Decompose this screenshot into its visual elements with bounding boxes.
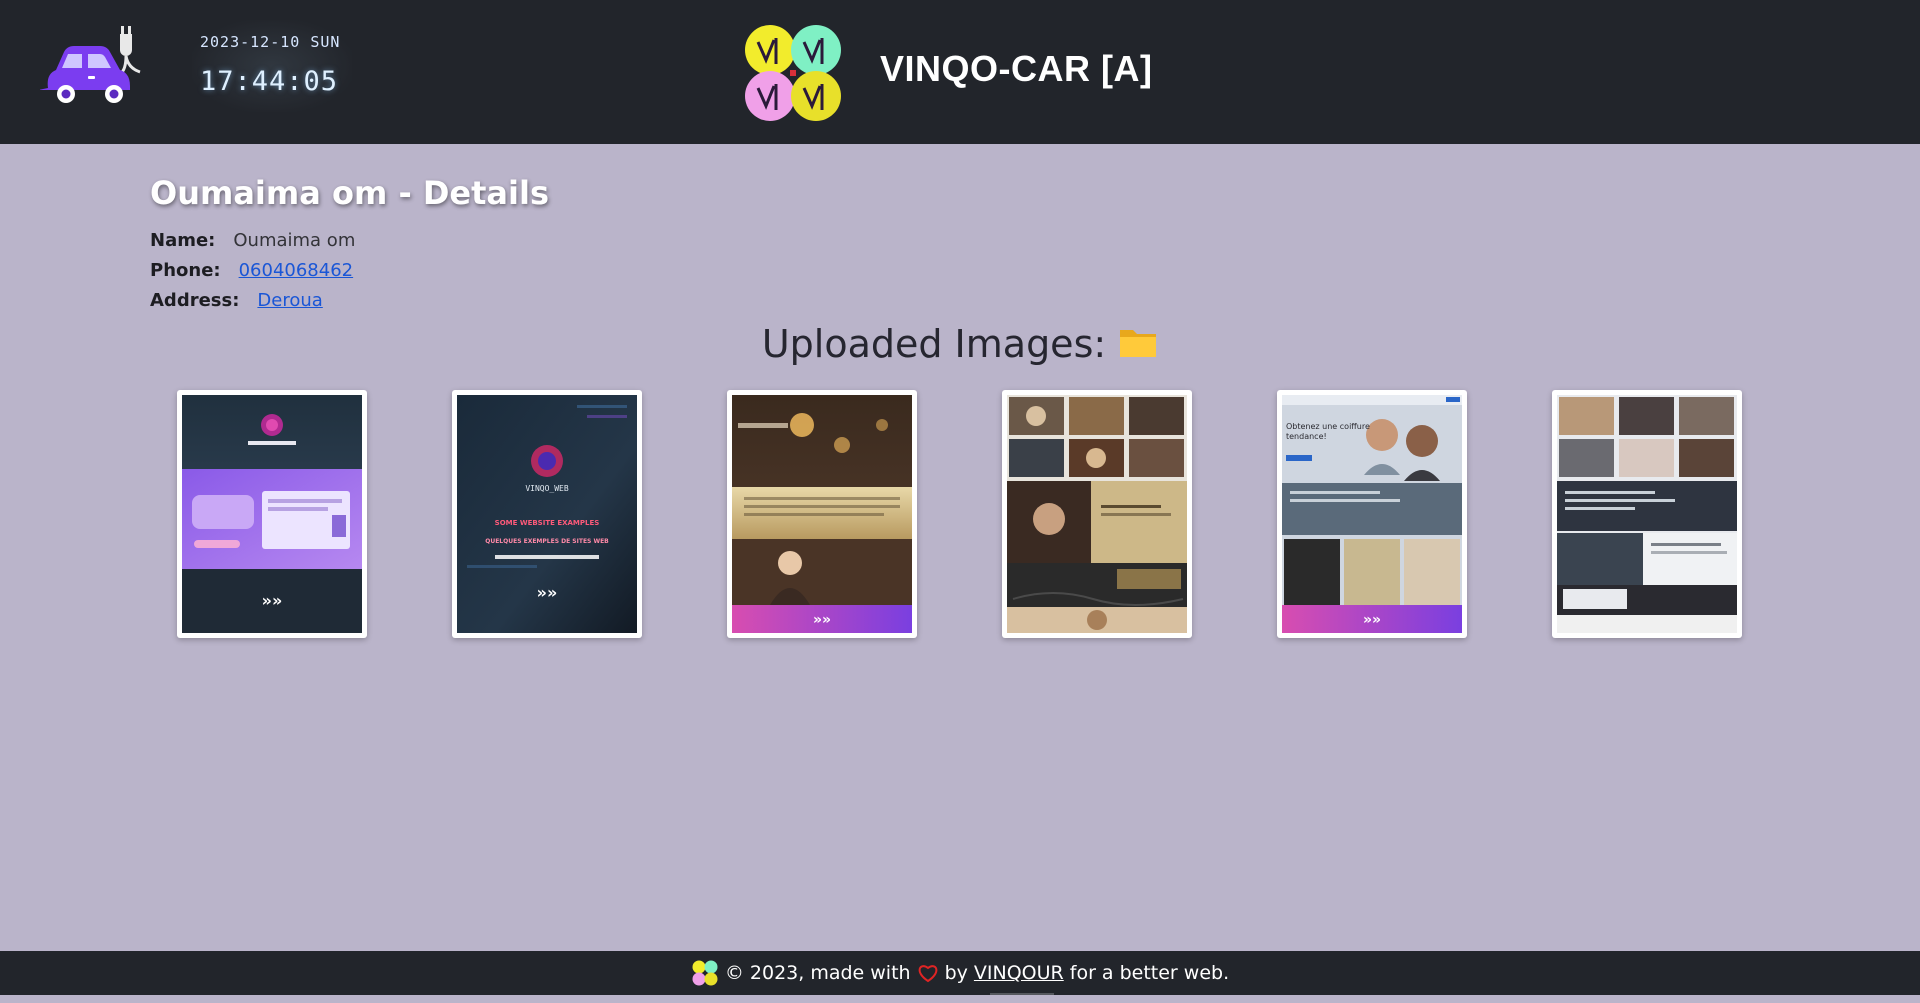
- uploaded-images-heading: Uploaded Images:: [0, 322, 1920, 366]
- svg-text:Obtenez une coiffure: Obtenez une coiffure: [1286, 422, 1370, 431]
- footer-by: by: [944, 962, 968, 984]
- svg-text:»»: »»: [813, 612, 831, 628]
- page-footer: © 2023, made with by VINQOUR for a bette…: [0, 951, 1920, 995]
- page-title: Oumaima om - Details: [150, 174, 549, 212]
- electric-car-icon[interactable]: [40, 24, 150, 108]
- name-value: Oumaima om: [233, 230, 356, 251]
- uploaded-image-5[interactable]: Obtenez une coiffure tendance! »»: [1277, 390, 1467, 638]
- uploaded-images-title: Uploaded Images:: [761, 322, 1107, 366]
- vinqo-clover-logo[interactable]: [740, 20, 846, 126]
- coffee-gallery-image: [1007, 395, 1187, 633]
- uploaded-image-6[interactable]: [1552, 390, 1742, 638]
- svg-text:VINQO_WEB: VINQO_WEB: [525, 484, 569, 493]
- clock-time: 17:44:05: [200, 66, 339, 97]
- footer-vinqour-link[interactable]: VINQOUR: [974, 951, 1064, 995]
- detail-name: Name: Oumaima om: [150, 230, 355, 251]
- salon-website-image: Obtenez une coiffure tendance! »»: [1282, 395, 1462, 633]
- phone-link[interactable]: 0604068462: [239, 260, 354, 281]
- uploaded-image-1[interactable]: »»: [177, 390, 367, 638]
- brand-title: VINQO-CAR [A]: [880, 48, 1153, 89]
- svg-text:»»: »»: [262, 591, 283, 610]
- footer-suffix: for a better web.: [1069, 962, 1230, 984]
- svg-text:QUELQUES EXEMPLES DE SITES WEB: QUELQUES EXEMPLES DE SITES WEB: [485, 538, 609, 545]
- detail-phone: Phone: 0604068462: [150, 260, 353, 281]
- heart-icon: [918, 965, 937, 983]
- vinqo-clover-logo: [692, 960, 718, 986]
- svg-text:SOME WEBSITE EXAMPLES: SOME WEBSITE EXAMPLES: [495, 519, 600, 527]
- uploaded-image-2[interactable]: VINQO_WEB SOME WEBSITE EXAMPLES QUELQUES…: [452, 390, 642, 638]
- address-link[interactable]: Deroua: [257, 290, 322, 311]
- address-label: Address:: [150, 290, 240, 311]
- uploaded-image-3[interactable]: »»: [727, 390, 917, 638]
- detail-address: Address: Deroua: [150, 290, 323, 311]
- coffee-website-image: »»: [732, 395, 912, 633]
- svg-text:»»: »»: [537, 583, 558, 602]
- clock-date: 2023-12-10 SUN: [200, 33, 341, 51]
- folder-icon: [1120, 330, 1157, 357]
- digital-clock: 2023-12-10 SUN 17:44:05: [192, 20, 352, 112]
- uploaded-image-4[interactable]: [1002, 390, 1192, 638]
- top-header: 2023-12-10 SUN 17:44:05 VINQO-CAR [A]: [0, 0, 1920, 144]
- svg-text:»»: »»: [1363, 612, 1381, 628]
- name-label: Name:: [150, 230, 216, 251]
- footer-prefix: © 2023, made with: [724, 962, 911, 984]
- salon-gallery-image: [1557, 395, 1737, 633]
- svg-text:tendance!: tendance!: [1286, 432, 1327, 441]
- phone-label: Phone:: [150, 260, 221, 281]
- website-mockup-image: »»: [182, 395, 362, 633]
- website-examples-image: VINQO_WEB SOME WEBSITE EXAMPLES QUELQUES…: [457, 395, 637, 633]
